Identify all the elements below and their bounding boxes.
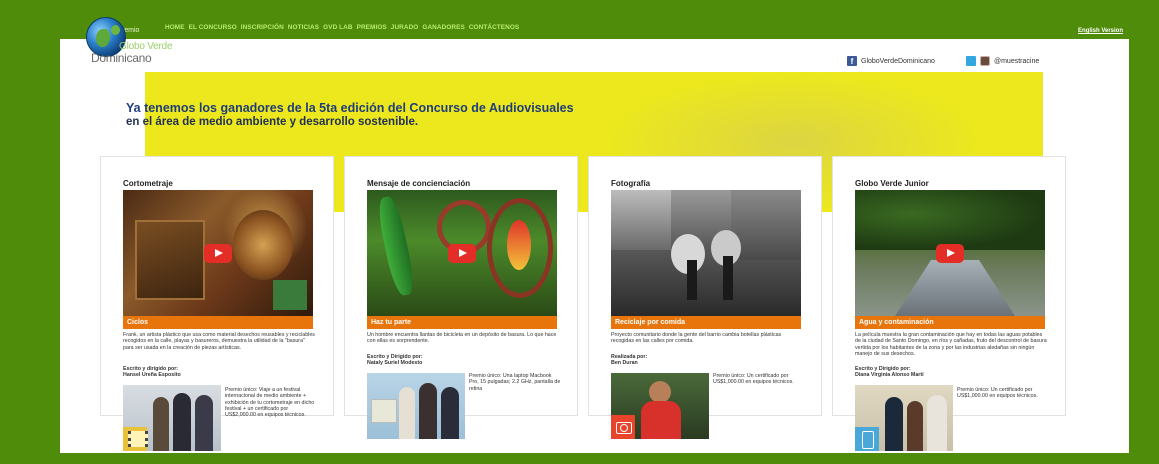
- winner-photo: [123, 385, 221, 451]
- camera-icon: [611, 415, 635, 439]
- video-caption: Agua y contaminación: [855, 316, 1045, 329]
- main-nav: HOME EL CONCURSO INSCRIPCIÓN NOTICIAS GV…: [165, 24, 519, 31]
- card-category-title: Mensaje de concienciación: [367, 179, 471, 188]
- card-description: Proyecto comunitario donde la gente del …: [611, 332, 782, 345]
- play-button-icon[interactable]: [936, 244, 964, 263]
- twitter-instagram-link[interactable]: @muestracine: [966, 56, 1039, 66]
- nav-jurado[interactable]: JURADO: [391, 24, 419, 31]
- banner-headline: Ya tenemos los ganadores de la 5ta edici…: [126, 101, 574, 115]
- card-category-title: Cortometraje: [123, 179, 173, 188]
- english-version-link[interactable]: English Version: [1078, 28, 1123, 34]
- credit-name: Nataly Suriel Modesto: [367, 360, 423, 366]
- prize-text: Premio único: Viaje a un festival intern…: [225, 387, 315, 419]
- film-icon: [123, 427, 148, 451]
- social-handle: @muestracine: [994, 57, 1040, 65]
- winner-card-cortometraje: Cortometraje Ciclos Frank, un artista pl…: [100, 156, 334, 451]
- facebook-handle: GloboVerdeDominicano: [861, 57, 935, 65]
- tablet-icon: [855, 427, 879, 451]
- play-button-icon[interactable]: [448, 244, 476, 263]
- winner-card-fotografia: Fotografía Reciclaje por comida Proyecto…: [588, 156, 822, 439]
- prize-text: Premio único: Un certificado por US$1,00…: [713, 373, 794, 386]
- twitter-icon: [966, 56, 976, 66]
- nav-noticias[interactable]: NOTICIAS: [288, 24, 319, 31]
- video-player[interactable]: [123, 190, 313, 316]
- prize-text: Premio único: Una laptop Macbook Pro, 15…: [469, 373, 561, 392]
- card-description: Un hombre encuentra llantas de bicicleta…: [367, 332, 557, 345]
- photo-caption: Reciclaje por comida: [611, 316, 801, 329]
- nav-premios[interactable]: PREMIOS: [357, 24, 387, 31]
- instagram-icon: [980, 56, 990, 66]
- video-player[interactable]: [855, 190, 1045, 316]
- credit-name: Ben Duran: [611, 360, 638, 366]
- winner-photo: [367, 373, 465, 439]
- video-player[interactable]: [367, 190, 557, 316]
- nav-gvd-lab[interactable]: GVD LAB: [323, 24, 352, 31]
- play-button-icon[interactable]: [204, 244, 232, 263]
- nav-contactenos[interactable]: CONTÁCTENOS: [469, 24, 519, 31]
- video-caption: Haz tu parte: [367, 316, 557, 329]
- card-category-title: Globo Verde Junior: [855, 179, 929, 188]
- nav-ganadores[interactable]: GANADORES: [422, 24, 464, 31]
- banner-subheadline: en el área de medio ambiente y desarroll…: [126, 116, 419, 128]
- site-logo[interactable]: Globo Verde Dominicano: [86, 17, 196, 65]
- logo-text-line2: Dominicano: [91, 51, 152, 65]
- credit-name: Hansel Ureña Esposito: [123, 372, 181, 378]
- card-category-title: Fotografía: [611, 179, 651, 188]
- credit-name: Diana Virginia Alonso Martí: [855, 372, 924, 378]
- winner-photo: [855, 385, 953, 451]
- card-description: La película muestra la gran contaminació…: [855, 332, 1047, 357]
- prize-text: Premio único: Un certificado por US$1,00…: [957, 387, 1038, 400]
- facebook-link[interactable]: f GloboVerdeDominicano: [847, 56, 935, 66]
- winner-card-mensaje: Mensaje de concienciación Haz tu parte U…: [344, 156, 578, 439]
- video-caption: Ciclos: [123, 316, 313, 329]
- winner-photo: [611, 373, 709, 439]
- photo-viewer[interactable]: [611, 190, 801, 316]
- nav-inscripcion[interactable]: INSCRIPCIÓN: [241, 24, 284, 31]
- facebook-icon: f: [847, 56, 857, 66]
- card-description: Frank, un artista plástico que usa como …: [123, 332, 315, 351]
- winner-card-junior: Globo Verde Junior Agua y contaminación …: [832, 156, 1066, 451]
